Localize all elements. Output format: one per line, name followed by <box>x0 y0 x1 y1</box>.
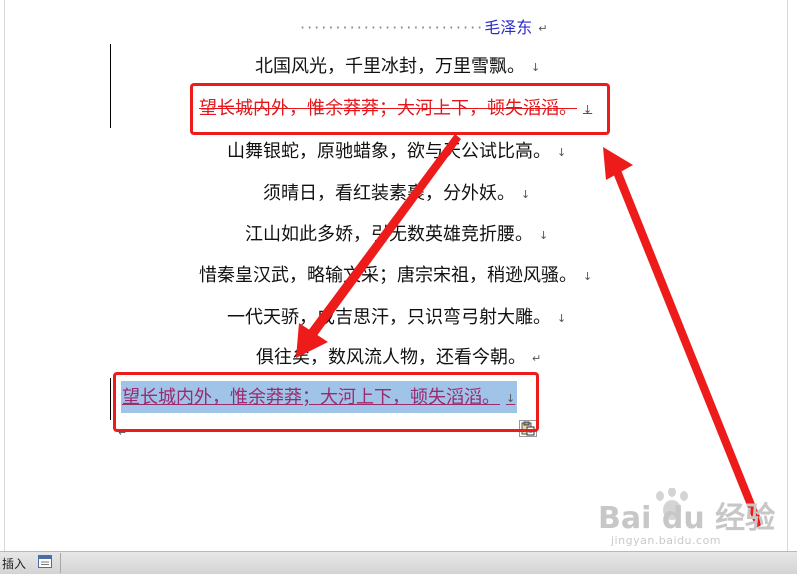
arrow-move-down <box>308 134 461 337</box>
watermark-url: jingyan.baidu.com <box>611 534 722 547</box>
status-divider <box>60 553 61 573</box>
insert-mode-label[interactable]: 插入 <box>2 555 26 572</box>
document-view-icon[interactable] <box>38 555 52 568</box>
annotation-arrows <box>296 134 763 528</box>
watermark-brand: Bai du 经验 <box>598 501 776 536</box>
arrow-up-right <box>613 170 763 528</box>
document-page[interactable]: ··························毛泽东 ↵ 北国风光，千里冰封… <box>0 0 797 551</box>
status-bar: 插入 <box>0 551 797 574</box>
